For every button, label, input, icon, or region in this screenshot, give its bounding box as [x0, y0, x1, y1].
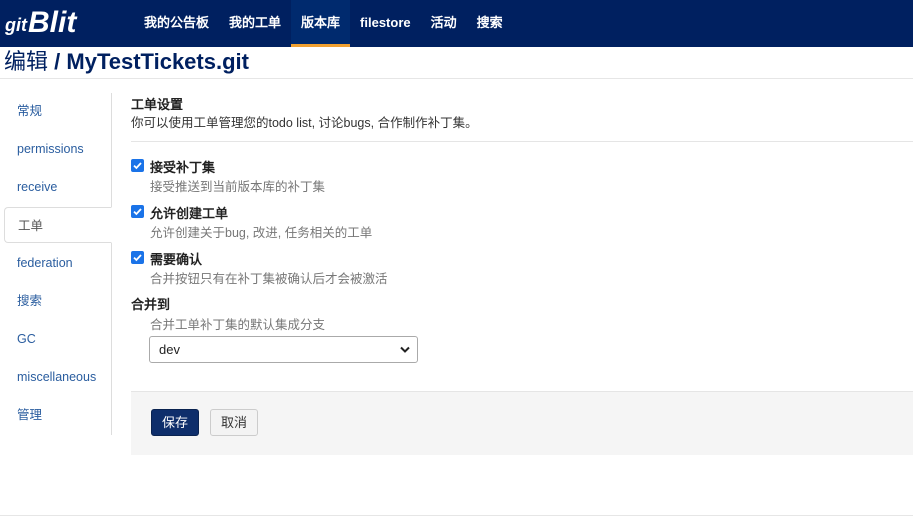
settings-sidebar: 常规 permissions receive 工单 federation 搜索 … — [4, 93, 112, 435]
save-button[interactable]: 保存 — [151, 409, 199, 436]
sidebar-item-search[interactable]: 搜索 — [4, 283, 111, 319]
gitblit-logo[interactable]: git Blit — [5, 6, 77, 39]
nav-repositories[interactable]: 版本库 — [291, 0, 351, 47]
section-description: 你可以使用工单管理您的todo list, 讨论bugs, 合作制作补丁集。 — [131, 116, 478, 130]
require-approval-label: 需要确认 — [150, 252, 203, 267]
checkmark-icon — [133, 162, 142, 170]
sidebar-item-gc[interactable]: GC — [4, 321, 111, 357]
require-approval-description: 合并按钮只有在补丁集被确认后才会被激活 — [150, 272, 388, 286]
page-title-edit: 编辑 — [4, 49, 49, 74]
sidebar-item-general[interactable]: 常规 — [4, 93, 111, 129]
title-divider — [0, 78, 913, 79]
page-title-separator: / — [54, 49, 61, 74]
nav-search[interactable]: 搜索 — [467, 0, 513, 47]
logo-name: Blit — [28, 6, 77, 39]
merge-to-label: 合并到 — [131, 297, 171, 312]
nav-filestore[interactable]: filestore — [350, 0, 421, 47]
checkmark-icon — [133, 208, 142, 216]
checkmark-icon — [133, 254, 142, 262]
cancel-button[interactable]: 取消 — [210, 409, 258, 436]
merge-to-selected-value: dev — [159, 342, 180, 357]
require-approval-checkbox[interactable] — [131, 251, 144, 264]
nav-my-tickets[interactable]: 我的工单 — [219, 0, 291, 47]
chevron-down-icon — [400, 346, 410, 353]
sidebar-item-permissions[interactable]: permissions — [4, 131, 111, 167]
merge-to-branch-select[interactable]: dev — [149, 336, 418, 363]
page-title-repo: MyTestTickets.git — [66, 49, 249, 74]
sidebar-item-admin[interactable]: 管理 — [4, 397, 111, 433]
allow-tickets-description: 允许创建关于bug, 改进, 任务相关的工单 — [150, 226, 373, 240]
top-navbar: git Blit 我的公告板 我的工单 版本库 filestore 活动 搜索 — [0, 0, 913, 47]
accept-patchsets-description: 接受推送到当前版本库的补丁集 — [150, 180, 326, 194]
sidebar-item-miscellaneous[interactable]: miscellaneous — [4, 359, 111, 395]
nav-my-dashboard[interactable]: 我的公告板 — [134, 0, 219, 47]
section-divider — [131, 141, 913, 142]
logo-prefix: git — [5, 14, 27, 35]
sidebar-item-receive[interactable]: receive — [4, 169, 111, 205]
page-title: 编辑 / MyTestTickets.git — [4, 48, 249, 76]
form-actions: 保存 取消 — [131, 391, 913, 455]
allow-tickets-label: 允许创建工单 — [150, 206, 229, 221]
section-title: 工单设置 — [131, 97, 184, 112]
main-nav: 我的公告板 我的工单 版本库 filestore 活动 搜索 — [134, 0, 513, 47]
sidebar-item-tickets[interactable]: 工单 — [4, 207, 112, 243]
sidebar-item-federation[interactable]: federation — [4, 245, 111, 281]
merge-to-description: 合并工单补丁集的默认集成分支 — [150, 318, 326, 332]
allow-tickets-checkbox[interactable] — [131, 205, 144, 218]
footer-divider — [0, 515, 913, 516]
nav-activity[interactable]: 活动 — [421, 0, 467, 47]
accept-patchsets-checkbox[interactable] — [131, 159, 144, 172]
accept-patchsets-label: 接受补丁集 — [150, 160, 216, 175]
